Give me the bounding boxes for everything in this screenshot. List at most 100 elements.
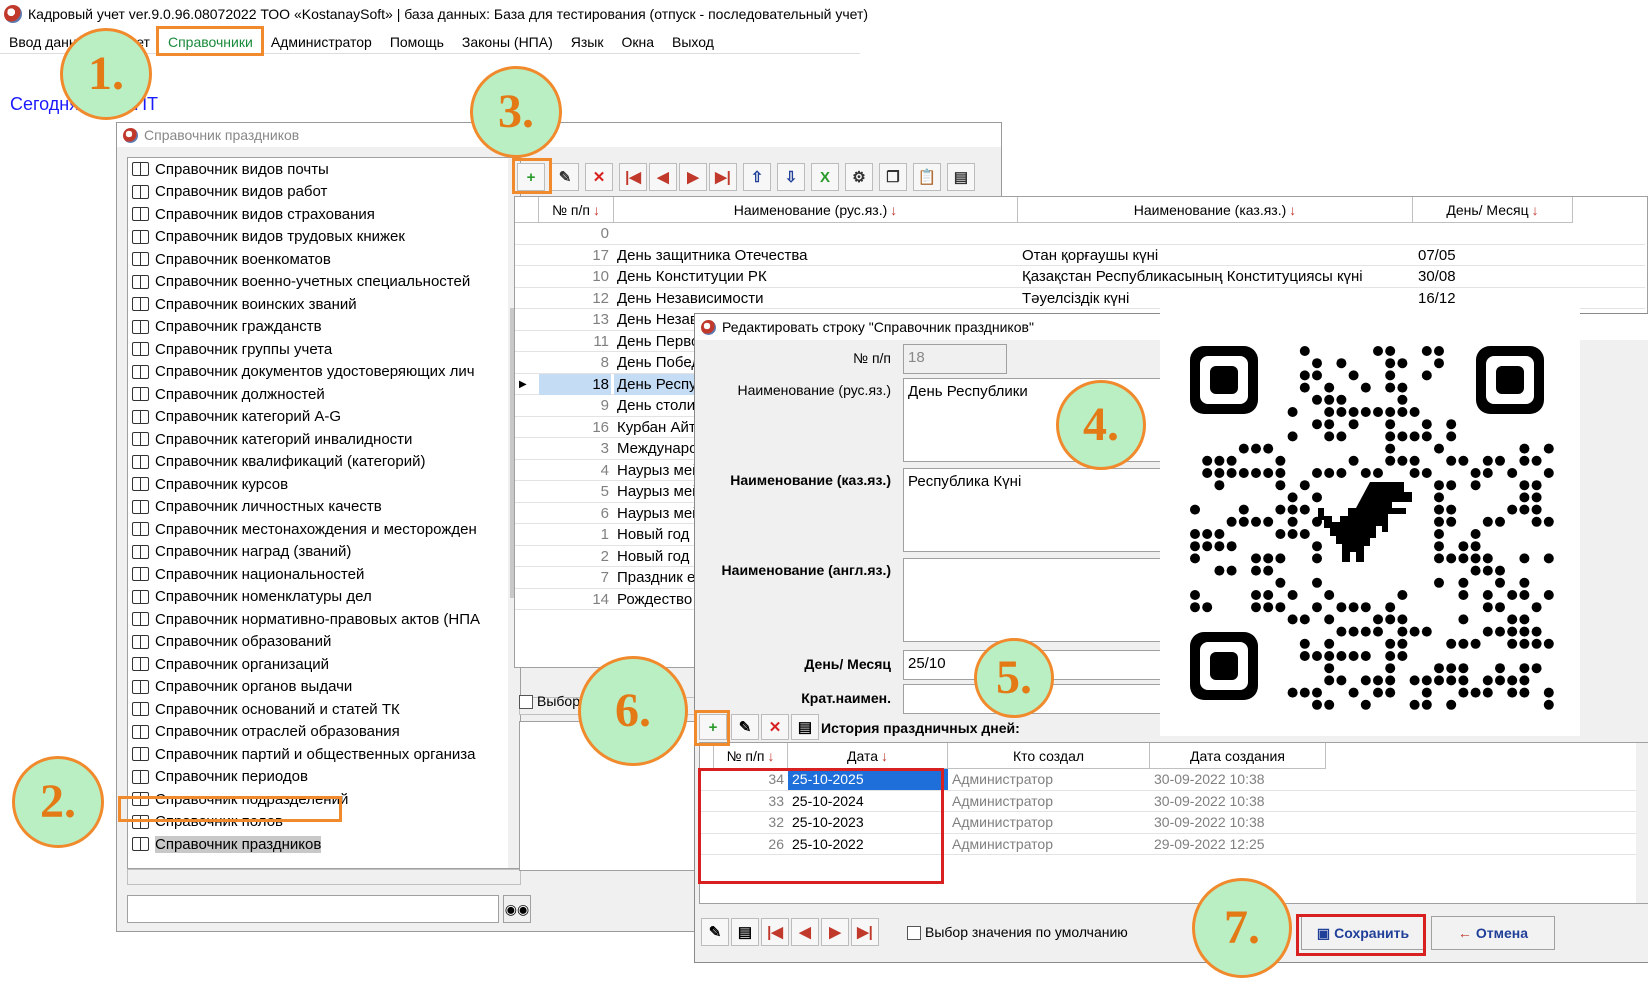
menu-exit[interactable]: Выход (663, 32, 723, 52)
move-up-icon[interactable]: ⇧ (743, 163, 771, 191)
reference-item[interactable]: Справочник оснований и статей ТК (128, 698, 520, 721)
prev-record-icon[interactable]: ◀ (649, 163, 677, 191)
reference-list[interactable]: Справочник видов почты Справочник видов р… (127, 157, 521, 869)
qr-dot (1434, 480, 1444, 491)
qr-dot (1385, 382, 1396, 393)
history-vertical-scrollbar[interactable] (1636, 743, 1648, 903)
move-down-icon[interactable]: ⇩ (777, 163, 805, 191)
qr-dot (1324, 419, 1335, 430)
qr-dot (1324, 675, 1335, 686)
col-num-header[interactable]: № п/п ↓ (539, 197, 614, 223)
report-icon[interactable]: ▤ (947, 163, 975, 191)
reference-item[interactable]: Справочник организаций (128, 653, 520, 676)
qr-dot (1299, 651, 1310, 661)
reference-item[interactable]: Справочник военкоматов (128, 248, 520, 271)
menu-laws[interactable]: Законы (НПА) (453, 32, 562, 52)
reference-item[interactable]: Справочник документов удостоверяющих лич (128, 361, 520, 384)
next-record-icon[interactable]: ▶ (679, 163, 707, 191)
copy-icon[interactable]: ❐ (879, 163, 907, 191)
reference-item[interactable]: Справочник периодов (128, 766, 520, 789)
list-horizontal-scrollbar[interactable] (127, 869, 521, 885)
edit-icon[interactable]: ✎ (551, 163, 579, 191)
history-edit-icon[interactable]: ✎ (731, 714, 759, 740)
table-row[interactable]: 17 День защитника Отечества Отан қорғаушы … (515, 245, 1645, 266)
reference-item[interactable]: Справочник гражданств (128, 316, 520, 339)
qr-dot (1324, 638, 1335, 649)
search-input[interactable] (127, 895, 499, 923)
history-cell-created: 30-09-2022 10:38 (1154, 792, 1265, 809)
reference-item[interactable]: Справочник квалификаций (категорий) (128, 451, 520, 474)
first-record-icon[interactable]: |◀ (619, 163, 647, 191)
qr-dot (1421, 346, 1432, 356)
qr-dot (1409, 431, 1420, 442)
menu-help[interactable]: Помощь (381, 32, 453, 52)
reference-item[interactable]: Справочник категорий инвалидности (128, 428, 520, 451)
prev-icon[interactable]: ◀ (791, 918, 819, 946)
last-icon[interactable]: ▶| (851, 918, 879, 946)
col-ru-header[interactable]: Наименование (рус.яз.) ↓ (614, 197, 1018, 223)
export-excel-icon[interactable]: X (811, 163, 839, 191)
reference-item[interactable]: Справочник видов страхования (128, 203, 520, 226)
qr-dot (1458, 541, 1469, 552)
reference-item[interactable]: Справочник образований (128, 631, 520, 654)
binoculars-search-icon[interactable]: ◉◉ (503, 895, 531, 923)
qr-dot (1482, 516, 1493, 527)
settings-icon[interactable]: ⚙ (845, 163, 873, 191)
num-field[interactable]: 18 (903, 344, 1007, 374)
reference-item[interactable]: Справочник местонахождения и месторожден (128, 518, 520, 541)
qr-dot (1385, 602, 1396, 613)
qr-dot (1421, 419, 1432, 430)
reference-item[interactable]: Справочник национальностей (128, 563, 520, 586)
reference-item[interactable]: Справочник видов трудовых книжек (128, 226, 520, 249)
qr-dot (1287, 687, 1298, 698)
select-icon[interactable]: ▤ (731, 918, 759, 946)
history-col-num[interactable]: № п/п ↓ (714, 743, 788, 769)
paste-icon[interactable]: 📋 (913, 163, 941, 191)
cancel-button[interactable]: ← Отмена (1431, 916, 1555, 950)
reference-item[interactable]: Справочник категорий A-G (128, 406, 520, 429)
last-record-icon[interactable]: ▶| (709, 163, 737, 191)
qr-dot (1202, 468, 1213, 478)
default-value-checkbox[interactable] (907, 926, 921, 940)
history-col-creator[interactable]: Кто создал (948, 743, 1150, 769)
reference-item[interactable]: Справочник партий и общественных организ… (128, 743, 520, 766)
history-report-icon[interactable]: ▤ (791, 714, 819, 740)
menu-admin[interactable]: Администратор (262, 32, 381, 52)
table-row[interactable]: 10 День Конституции РК Қазақстан Республик… (515, 266, 1645, 288)
first-icon[interactable]: |◀ (761, 918, 789, 946)
reference-item-label: Справочник периодов (155, 768, 308, 786)
reference-item[interactable]: Справочник военно-учетных специальностей (128, 271, 520, 294)
menu-windows[interactable]: Окна (612, 32, 663, 52)
qr-dot (1409, 455, 1420, 466)
choice-checkbox[interactable] (519, 695, 533, 709)
qr-dot (1458, 663, 1469, 674)
qr-dot (1336, 651, 1347, 661)
delete-icon[interactable]: ✕ (585, 163, 613, 191)
col-kz-header[interactable]: Наименование (каз.яз.) ↓ (1018, 197, 1413, 223)
reference-item[interactable]: Справочник нормативно-правовых актов (НП… (128, 608, 520, 631)
col-daymonth-header[interactable]: День/ Месяц ↓ (1413, 197, 1573, 223)
reference-item[interactable]: Справочник номенклатуры дел (128, 586, 520, 609)
reference-item[interactable]: Справочник видов почты (128, 158, 520, 181)
reference-item[interactable]: Справочник наград (званий) (128, 541, 520, 564)
reference-item[interactable]: Справочник курсов (128, 473, 520, 496)
reference-item-label: Справочник категорий A-G (155, 408, 342, 426)
clear-icon[interactable]: ✎ (701, 918, 729, 946)
reference-item[interactable]: Справочник личностных качеств (128, 496, 520, 519)
history-col-date[interactable]: Дата ↓ (788, 743, 948, 769)
qr-dot (1470, 529, 1481, 539)
next-icon[interactable]: ▶ (821, 918, 849, 946)
menu-language[interactable]: Язык (562, 32, 613, 52)
reference-item[interactable]: Справочник праздников (128, 833, 520, 856)
history-delete-icon[interactable]: ✕ (761, 714, 789, 740)
table-row[interactable]: 0 (515, 223, 1645, 245)
reference-item[interactable]: Справочник отраслей образования (128, 721, 520, 744)
reference-item[interactable]: Справочник видов работ (128, 181, 520, 204)
reference-item[interactable]: Справочник должностей (128, 383, 520, 406)
cell-n: 18 (539, 373, 611, 395)
reference-item[interactable]: Справочник органов выдачи (128, 676, 520, 699)
reference-item[interactable]: Справочник воинских званий (128, 293, 520, 316)
reference-item[interactable]: Справочник группы учета (128, 338, 520, 361)
history-col-created[interactable]: Дата создания (1150, 743, 1326, 769)
qr-dot (1458, 675, 1469, 686)
